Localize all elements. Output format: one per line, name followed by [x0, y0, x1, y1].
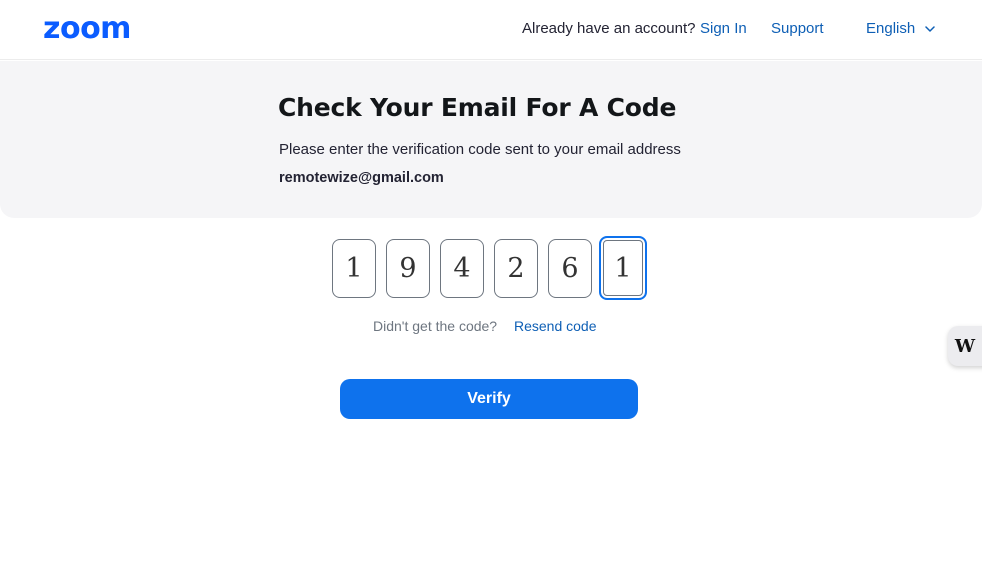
header-panel	[0, 61, 982, 218]
top-navigation-bar: zoom Already have an account? Sign In Su…	[0, 0, 982, 60]
already-have-account-text: Already have an account?	[522, 20, 696, 37]
code-digit-input-1[interactable]: 1	[332, 239, 376, 298]
resend-code-link[interactable]: Resend code	[514, 318, 597, 335]
resend-prompt-text: Didn't get the code?	[373, 318, 498, 334]
code-digit-input-6[interactable]: 1	[599, 236, 647, 300]
language-label: English	[866, 20, 916, 37]
code-digit-input-5[interactable]: 6	[548, 239, 592, 298]
code-digit-input-3[interactable]: 4	[440, 239, 484, 298]
instruction-text: Please enter the verification code sent …	[279, 141, 681, 158]
email-address: remotewize@gmail.com	[279, 170, 444, 186]
support-link[interactable]: Support	[771, 20, 824, 38]
page-title: Check Your Email For A Code	[278, 93, 677, 122]
code-digit-input-2[interactable]: 9	[386, 239, 430, 298]
zoom-logo[interactable]: zoom	[43, 13, 131, 45]
verify-button[interactable]: Verify	[340, 379, 638, 419]
chevron-down-icon	[925, 26, 935, 32]
sign-in-link[interactable]: Sign In	[700, 20, 747, 38]
side-widget-button[interactable]: W	[948, 326, 982, 366]
page: zoom Already have an account? Sign In Su…	[0, 0, 982, 580]
language-selector[interactable]: English	[866, 20, 935, 38]
code-digit-input-4[interactable]: 2	[494, 239, 538, 298]
